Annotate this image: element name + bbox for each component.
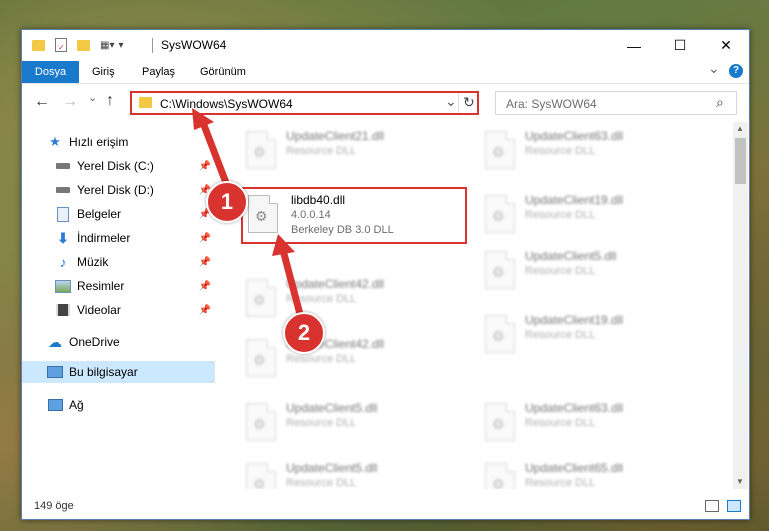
annotation-badge-1: 1 (206, 181, 248, 223)
annotation-arrows (192, 108, 305, 322)
arrow-1-line (198, 116, 232, 192)
arrow-2-line (279, 246, 305, 322)
arrow-2-head (272, 234, 295, 256)
annotation-badge-2: 2 (283, 312, 325, 354)
